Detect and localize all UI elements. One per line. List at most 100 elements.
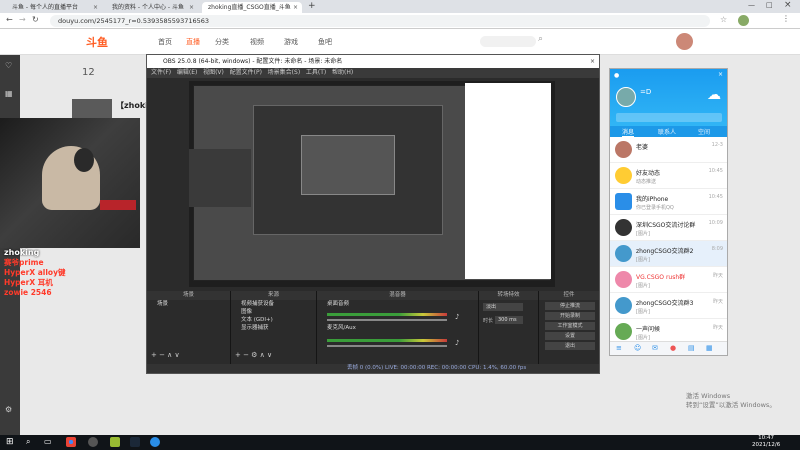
list-item[interactable]: 老婆 12-3	[610, 137, 727, 163]
nav-item[interactable]: 视频	[250, 37, 264, 47]
app-icon[interactable]	[110, 437, 120, 447]
contacts-icon[interactable]: ☺	[634, 344, 641, 352]
heart-icon[interactable]: ♡	[5, 61, 12, 70]
chat-line: zowie 2546	[4, 288, 52, 297]
close-icon[interactable]: ×	[293, 2, 298, 13]
list-item[interactable]: VG.CSGO rush群 [图片] 昨天	[610, 267, 727, 293]
studio-mode-button[interactable]: 工作室模式	[545, 322, 595, 330]
settings-button[interactable]: 设置	[545, 332, 595, 340]
search-icon[interactable]: ⌕	[26, 437, 30, 447]
folder-icon[interactable]: ▤	[688, 344, 695, 352]
contact-name: 好友动态	[636, 170, 661, 177]
avatar[interactable]	[738, 15, 749, 26]
list-item[interactable]: zhongCSGO交流群2 [图片] 8:09	[610, 241, 727, 267]
chrome-icon[interactable]	[66, 437, 76, 447]
close-icon[interactable]: ×	[718, 71, 723, 78]
list-item[interactable]: 我的iPhone 你已登录手机QQ 10:45	[610, 189, 727, 215]
forward-icon[interactable]: →	[19, 15, 26, 24]
add-icon[interactable]: + − ⚙ ∧ ∨	[235, 351, 272, 359]
dock-header: 转场特效	[479, 291, 538, 300]
back-icon[interactable]: ←	[6, 15, 13, 24]
obs-preview[interactable]	[189, 81, 555, 287]
grid-icon[interactable]: ▦	[706, 344, 713, 352]
menu-item[interactable]: 文件(F)	[151, 69, 171, 76]
mail-icon[interactable]: ✉	[652, 344, 658, 352]
add-icon[interactable]: + − ∧ ∨	[151, 351, 180, 359]
browser-tab[interactable]: 我的资料 - 个人中心 - 斗鱼 ×	[106, 2, 198, 13]
menu-item[interactable]: 工具(T)	[306, 69, 326, 76]
close-window-icon[interactable]: ×	[784, 0, 792, 10]
maximize-icon[interactable]: □	[766, 1, 773, 9]
menu-item[interactable]: 配置文件(P)	[230, 69, 262, 76]
transition-select[interactable]: 淡出	[483, 303, 523, 311]
nav-item[interactable]: 鱼吧	[318, 37, 332, 47]
dock-header: 来源	[231, 291, 316, 300]
duration-input[interactable]: 300 ms	[495, 316, 523, 324]
volume-slider[interactable]	[327, 319, 447, 321]
last-message: [图片]	[636, 309, 650, 315]
reload-icon[interactable]: ↻	[32, 15, 39, 24]
nav-item[interactable]: 首页	[158, 37, 172, 47]
menu-item[interactable]: 场景集合(S)	[268, 69, 301, 76]
qq-icon[interactable]	[150, 437, 160, 447]
sources-dock: 来源 视频捕获设备 图像 文本 (GDI+) 显示器捕获 + − ⚙ ∧ ∨	[231, 291, 317, 373]
qq-toolbar: ≡ ☺ ✉ ● ▤ ▦	[610, 341, 727, 355]
audio-meter	[327, 313, 447, 316]
stop-stream-button[interactable]: 停止推流	[545, 302, 595, 310]
close-icon[interactable]: ×	[590, 55, 595, 68]
exit-button[interactable]: 退出	[545, 342, 595, 350]
star-icon[interactable]: ☆	[720, 15, 727, 24]
gear-icon[interactable]: ⚙	[5, 405, 12, 414]
weather-icon: ☁	[707, 87, 721, 103]
speaker-icon[interactable]: ♪	[455, 339, 459, 347]
task-view-icon[interactable]: ▭	[44, 437, 52, 446]
browser-tab[interactable]: 斗鱼 - 每个人的直播平台 ×	[6, 2, 102, 13]
source-item[interactable]: 文本 (GDI+)	[231, 316, 316, 324]
chat-username: zhoking	[4, 248, 40, 257]
windows-start-icon[interactable]: ⊞	[6, 437, 14, 447]
search-input[interactable]	[616, 113, 722, 122]
nav-item[interactable]: 游戏	[284, 37, 298, 47]
list-item[interactable]: 好友动态 动态推送 10:45	[610, 163, 727, 189]
obs-icon[interactable]	[88, 437, 98, 447]
browser-tab-active[interactable]: zhoking直播_CSGO直播_斗鱼 ×	[202, 2, 302, 13]
search-input[interactable]	[480, 36, 536, 47]
avatar[interactable]	[676, 33, 693, 50]
steam-icon[interactable]	[130, 437, 140, 447]
url-input[interactable]: douyu.com/2545177_r=0.5393585593716563	[50, 15, 710, 27]
volume-slider[interactable]	[327, 345, 447, 347]
close-icon[interactable]: ×	[189, 2, 194, 13]
source-item[interactable]: 显示器捕获	[231, 324, 316, 332]
obs-menu: 文件(F) 编辑(E) 视图(V) 配置文件(P) 场景集合(S) 工具(T) …	[147, 68, 599, 78]
search-icon[interactable]: ⌕	[538, 34, 543, 44]
scene-item[interactable]: 场景	[147, 300, 230, 308]
contact-name: VG.CSGO rush群	[636, 274, 686, 281]
app-icon[interactable]: ●	[670, 344, 676, 352]
new-tab-icon[interactable]: +	[308, 1, 316, 11]
close-icon[interactable]: ×	[93, 2, 98, 13]
tab-space[interactable]: 空间	[698, 127, 710, 136]
minimize-icon[interactable]: —	[748, 1, 755, 9]
nav-item[interactable]: 直播	[186, 37, 200, 47]
menu-icon[interactable]: ≡	[616, 344, 622, 352]
list-item[interactable]: 深圳CSGO交流讨论群 [图片] 10:09	[610, 215, 727, 241]
menu-item[interactable]: 视图(V)	[203, 69, 224, 76]
menu-icon[interactable]: ⋮	[782, 14, 790, 23]
douyu-logo[interactable]: 斗鱼	[86, 34, 126, 50]
tab-messages[interactable]: 消息	[622, 127, 635, 137]
obs-status-bar: 丢帧 0 (0.0%) LIVE: 00:00:00 REC: 00:00:00…	[147, 364, 599, 373]
grid-icon[interactable]: ▦	[5, 89, 13, 98]
nav-item[interactable]: 分类	[215, 37, 229, 47]
menu-item[interactable]: 帮助(H)	[332, 69, 353, 76]
chat-overlay: zhoking 赛爷prime HyperX alloy键 HyperX 耳机 …	[0, 248, 140, 308]
list-item[interactable]: zhongCSGO交流群3 [图片] 昨天	[610, 293, 727, 319]
clock[interactable]: 10:47 2021/12/6	[752, 435, 780, 449]
start-recording-button[interactable]: 开始录制	[545, 312, 595, 320]
transitions-dock: 转场特效 淡出 时长 300 ms	[479, 291, 539, 373]
speaker-icon[interactable]: ♪	[455, 313, 459, 321]
source-item[interactable]: 图像	[231, 308, 316, 316]
menu-item[interactable]: 编辑(E)	[177, 69, 197, 76]
tab-contacts[interactable]: 联系人	[658, 127, 676, 136]
avatar[interactable]	[616, 87, 636, 107]
source-item[interactable]: 视频捕获设备	[231, 300, 316, 308]
